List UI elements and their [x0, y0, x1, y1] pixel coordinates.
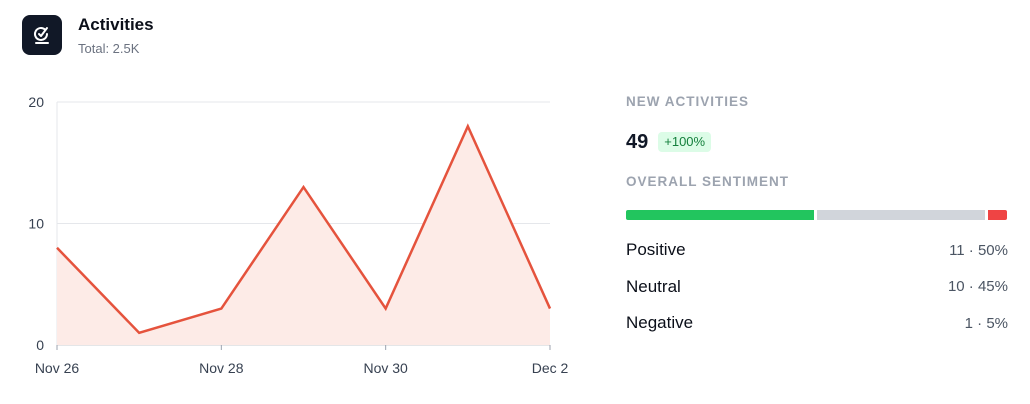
new-activities-label: NEW ACTIVITIES [626, 94, 750, 109]
x-tick-label: Dec 2 [532, 360, 569, 376]
sentiment-bar-negative [988, 210, 1007, 220]
sentiment-bar-neutral [816, 210, 986, 220]
sentiment-label: OVERALL SENTIMENT [626, 174, 790, 189]
sentiment-legend: Positive 11 · 50% Neutral 10 · 45% Negat… [626, 232, 1008, 342]
sentiment-label-positive: Positive [626, 240, 686, 260]
widget-title: Activities [78, 15, 154, 34]
sentiment-value-positive: 11 · 50% [949, 241, 1008, 259]
y-tick-label: 10 [28, 216, 44, 232]
new-activities-value: 49 [626, 131, 649, 153]
y-tick-label: 0 [36, 337, 44, 353]
change-badge: +100% [658, 132, 712, 152]
activity-icon [22, 15, 62, 55]
widget-header: Activities Total: 2.5K [22, 14, 154, 58]
widget-total: Total: 2.5K [78, 41, 140, 56]
activity-chart-svg: 0 10 20 Nov 26 Nov 28 Nov 30 Dec 2 [28, 94, 569, 376]
sentiment-value-neutral: 10 · 45% [947, 278, 1008, 296]
sentiment-row-positive: Positive 11 · 50% [626, 232, 1008, 269]
summary-panel: NEW ACTIVITIES 49 +100% OVERALL SENTIMEN… [626, 92, 1008, 342]
sentiment-label-neutral: Neutral [626, 276, 681, 296]
sentiment-label-negative: Negative [626, 313, 694, 333]
sentiment-row-neutral: Neutral 10 · 45% [626, 269, 1008, 306]
sentiment-row-negative: Negative 1 · 5% [626, 305, 1008, 342]
sentiment-bar [626, 210, 1007, 220]
series-area [57, 126, 550, 345]
x-tick-label: Nov 30 [363, 360, 408, 376]
x-tick-label: Nov 28 [199, 360, 244, 376]
sentiment-bar-positive [626, 210, 814, 220]
y-tick-label: 20 [28, 94, 44, 110]
x-tick-label: Nov 26 [35, 360, 80, 376]
new-activities-stat: 49 +100% [626, 130, 1008, 154]
activity-chart: 0 10 20 Nov 26 Nov 28 Nov 30 Dec 2 [0, 80, 600, 390]
sentiment-value-negative: 1 · 5% [964, 314, 1008, 332]
